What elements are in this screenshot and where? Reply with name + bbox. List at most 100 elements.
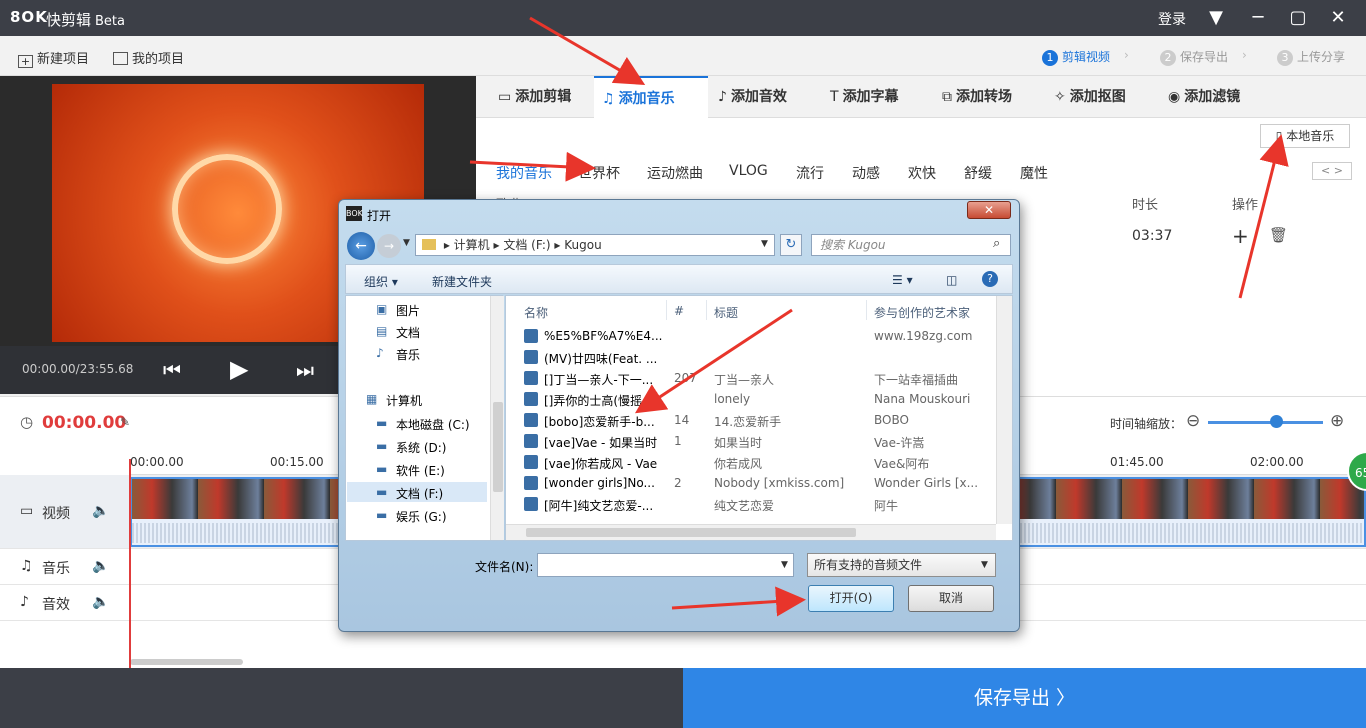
category-soothing[interactable]: 舒缓 [964,163,992,183]
category-world-cup[interactable]: 世界杯 [578,163,620,183]
file-horizontal-scrollbar[interactable] [506,524,996,540]
music-file-icon [524,350,538,364]
search-icon[interactable]: ⌕ [993,236,1000,251]
file-row[interactable]: [wonder girls]No... 2 Nobody [xmkiss.com] W… [524,473,994,494]
new-folder-button[interactable]: 新建文件夹 [432,273,492,290]
category-cheerful[interactable]: 欢快 [908,163,936,183]
breadcrumb-folder[interactable]: Kugou [564,238,601,252]
timeline-scrollbar[interactable] [130,659,243,665]
file-row[interactable]: []弄你的士高(慢摇... lonely Nana Mouskouri [524,389,994,410]
forward-arrow-icon[interactable]: → [377,234,401,258]
column-divider [706,300,707,320]
nav-drive-d[interactable]: 系统 (D:) [396,439,446,456]
open-button[interactable]: 打开(O) [808,585,894,612]
category-vlog[interactable]: VLOG [729,163,768,179]
login-link[interactable]: 登录 [1158,9,1186,29]
nav-drive-g[interactable]: 娱乐 (G:) [396,508,447,525]
file-row[interactable]: []丁当—亲人-下一... 207 丁当—亲人 下一站幸福插曲 [524,368,994,389]
nav-drive-c[interactable]: 本地磁盘 (C:) [396,416,470,433]
drive-icon: ▬ [376,462,388,476]
nav-drive-e[interactable]: 软件 (E:) [396,462,445,479]
menu-dropdown-icon[interactable]: ▼ [1203,6,1229,30]
preview-pane-icon[interactable]: ◫ [946,273,957,287]
volume-icon[interactable]: 🔈 [92,558,109,574]
category-my-music[interactable]: 我的音乐 [496,163,552,183]
file-row[interactable]: %E5%BF%A7%E4... www.198zg.com [524,326,994,347]
zoom-slider-handle[interactable] [1270,415,1283,428]
file-type-select[interactable]: 所有支持的音频文件 [807,553,996,577]
category-dynamic[interactable]: 动感 [852,163,880,183]
column-name[interactable]: 名称 [524,304,548,321]
column-number[interactable]: # [674,304,684,318]
file-vertical-scrollbar[interactable] [996,296,1012,524]
category-pop[interactable]: 流行 [796,163,824,183]
organize-menu[interactable]: 组织 ▾ [364,273,398,290]
edit-time-icon[interactable]: ✎ [120,415,130,429]
file-row[interactable]: (MV)廿四味(Feat. ... [524,347,994,368]
volume-icon[interactable]: 🔈 [92,503,109,519]
tab-add-clip[interactable]: ▭ 添加剪辑 [490,76,579,118]
add-icon[interactable]: + [1232,224,1249,248]
minimize-icon[interactable]: ─ [1245,6,1271,30]
breadcrumb-computer[interactable]: 计算机 [454,238,490,252]
save-export-button[interactable]: 保存导出 〉 [683,668,1366,728]
zoom-in-icon[interactable]: ⊕ [1330,411,1344,431]
volume-icon[interactable]: 🔈 [92,594,109,610]
file-row[interactable]: [阿牛]纯文艺恋爱-... 纯文艺恋爱 阿牛 [524,494,994,515]
nav-drive-f[interactable]: 文档 (F:) [396,485,443,502]
tab-add-music[interactable]: ♫ 添加音乐 [594,76,708,118]
trash-icon[interactable]: 🗑 [1269,226,1288,244]
filename-input[interactable] [537,553,794,577]
next-icon[interactable]: ⏭ [296,358,314,382]
file-row[interactable]: [vae]Vae - 如果当时 1 如果当时 Vae-许嵩 [524,431,994,452]
playhead[interactable] [129,459,131,669]
tab-add-sound-effect[interactable]: ♪ 添加音效 [710,76,795,118]
column-title[interactable]: 标题 [714,304,738,321]
zoom-out-icon[interactable]: ⊖ [1186,411,1200,431]
step-edit[interactable]: 1 剪辑视频 [1042,48,1110,66]
file-row[interactable]: [bobo]恋爱新手-b... 14 14.恋爱新手 BOBO [524,410,994,431]
play-icon[interactable]: ▶ [230,355,248,383]
previous-icon[interactable]: ⏮ [163,358,181,382]
tab-add-cutout[interactable]: ✧ 添加抠图 [1046,76,1134,118]
tab-add-filter[interactable]: ◉ 添加滤镜 [1160,76,1248,118]
dialog-close-icon[interactable]: ✕ [967,201,1011,219]
category-quirky[interactable]: 魔性 [1020,163,1048,183]
back-arrow-icon[interactable]: ← [347,232,375,260]
file-row[interactable]: [vae]你若成风 - Vae 你若成风 Vae&阿布 [524,452,994,473]
nav-scrollbar[interactable] [490,296,504,540]
my-projects-button[interactable]: 我的项目 [113,48,184,67]
nav-computer[interactable]: 计算机 [386,392,422,409]
tab-add-subtitle[interactable]: T 添加字幕 [822,76,907,118]
nav-music[interactable]: 音乐 [396,346,420,363]
local-music-button[interactable]: ▯ 本地音乐 [1260,124,1350,148]
beta-label: Beta [95,14,125,29]
filename-dropdown-icon[interactable]: ▼ [781,560,788,570]
tab-add-transition[interactable]: ⧉ 添加转场 [934,76,1020,118]
tick-label: 00:00.00 [130,455,184,469]
new-project-button[interactable]: + 新建项目 [18,48,89,68]
search-input[interactable]: 搜索 Kugou [811,234,1011,256]
nav-documents[interactable]: 文档 [396,324,420,341]
view-options-icon[interactable]: ☰ ▾ [892,273,913,287]
category-pager[interactable]: < > [1312,162,1352,180]
history-dropdown-icon[interactable]: ▼ [403,238,410,248]
nav-scroll-thumb[interactable] [493,402,503,492]
close-icon[interactable]: ✕ [1325,6,1351,30]
zoom-slider[interactable] [1208,421,1323,424]
step-share[interactable]: 3 上传分享 [1277,48,1345,66]
column-artist[interactable]: 参与创作的艺术家 [874,304,970,321]
maximize-icon[interactable]: ▢ [1285,6,1311,30]
address-bar[interactable]: ▸ 计算机 ▸ 文档 (F:) ▸ Kugou [415,234,775,256]
horizontal-scroll-thumb[interactable] [526,528,856,537]
music-file-icon [524,455,538,469]
refresh-icon[interactable]: ↻ [780,234,802,256]
nav-pictures[interactable]: 图片 [396,302,420,319]
address-dropdown-icon[interactable]: ▼ [761,239,768,249]
breadcrumb-drive[interactable]: 文档 (F:) [503,238,550,252]
category-sports[interactable]: 运动燃曲 [647,163,703,183]
cancel-button[interactable]: 取消 [908,585,994,612]
step-export[interactable]: 2 保存导出 [1160,48,1228,66]
help-icon[interactable]: ? [982,271,998,287]
file-type-dropdown-icon[interactable]: ▼ [981,560,988,570]
